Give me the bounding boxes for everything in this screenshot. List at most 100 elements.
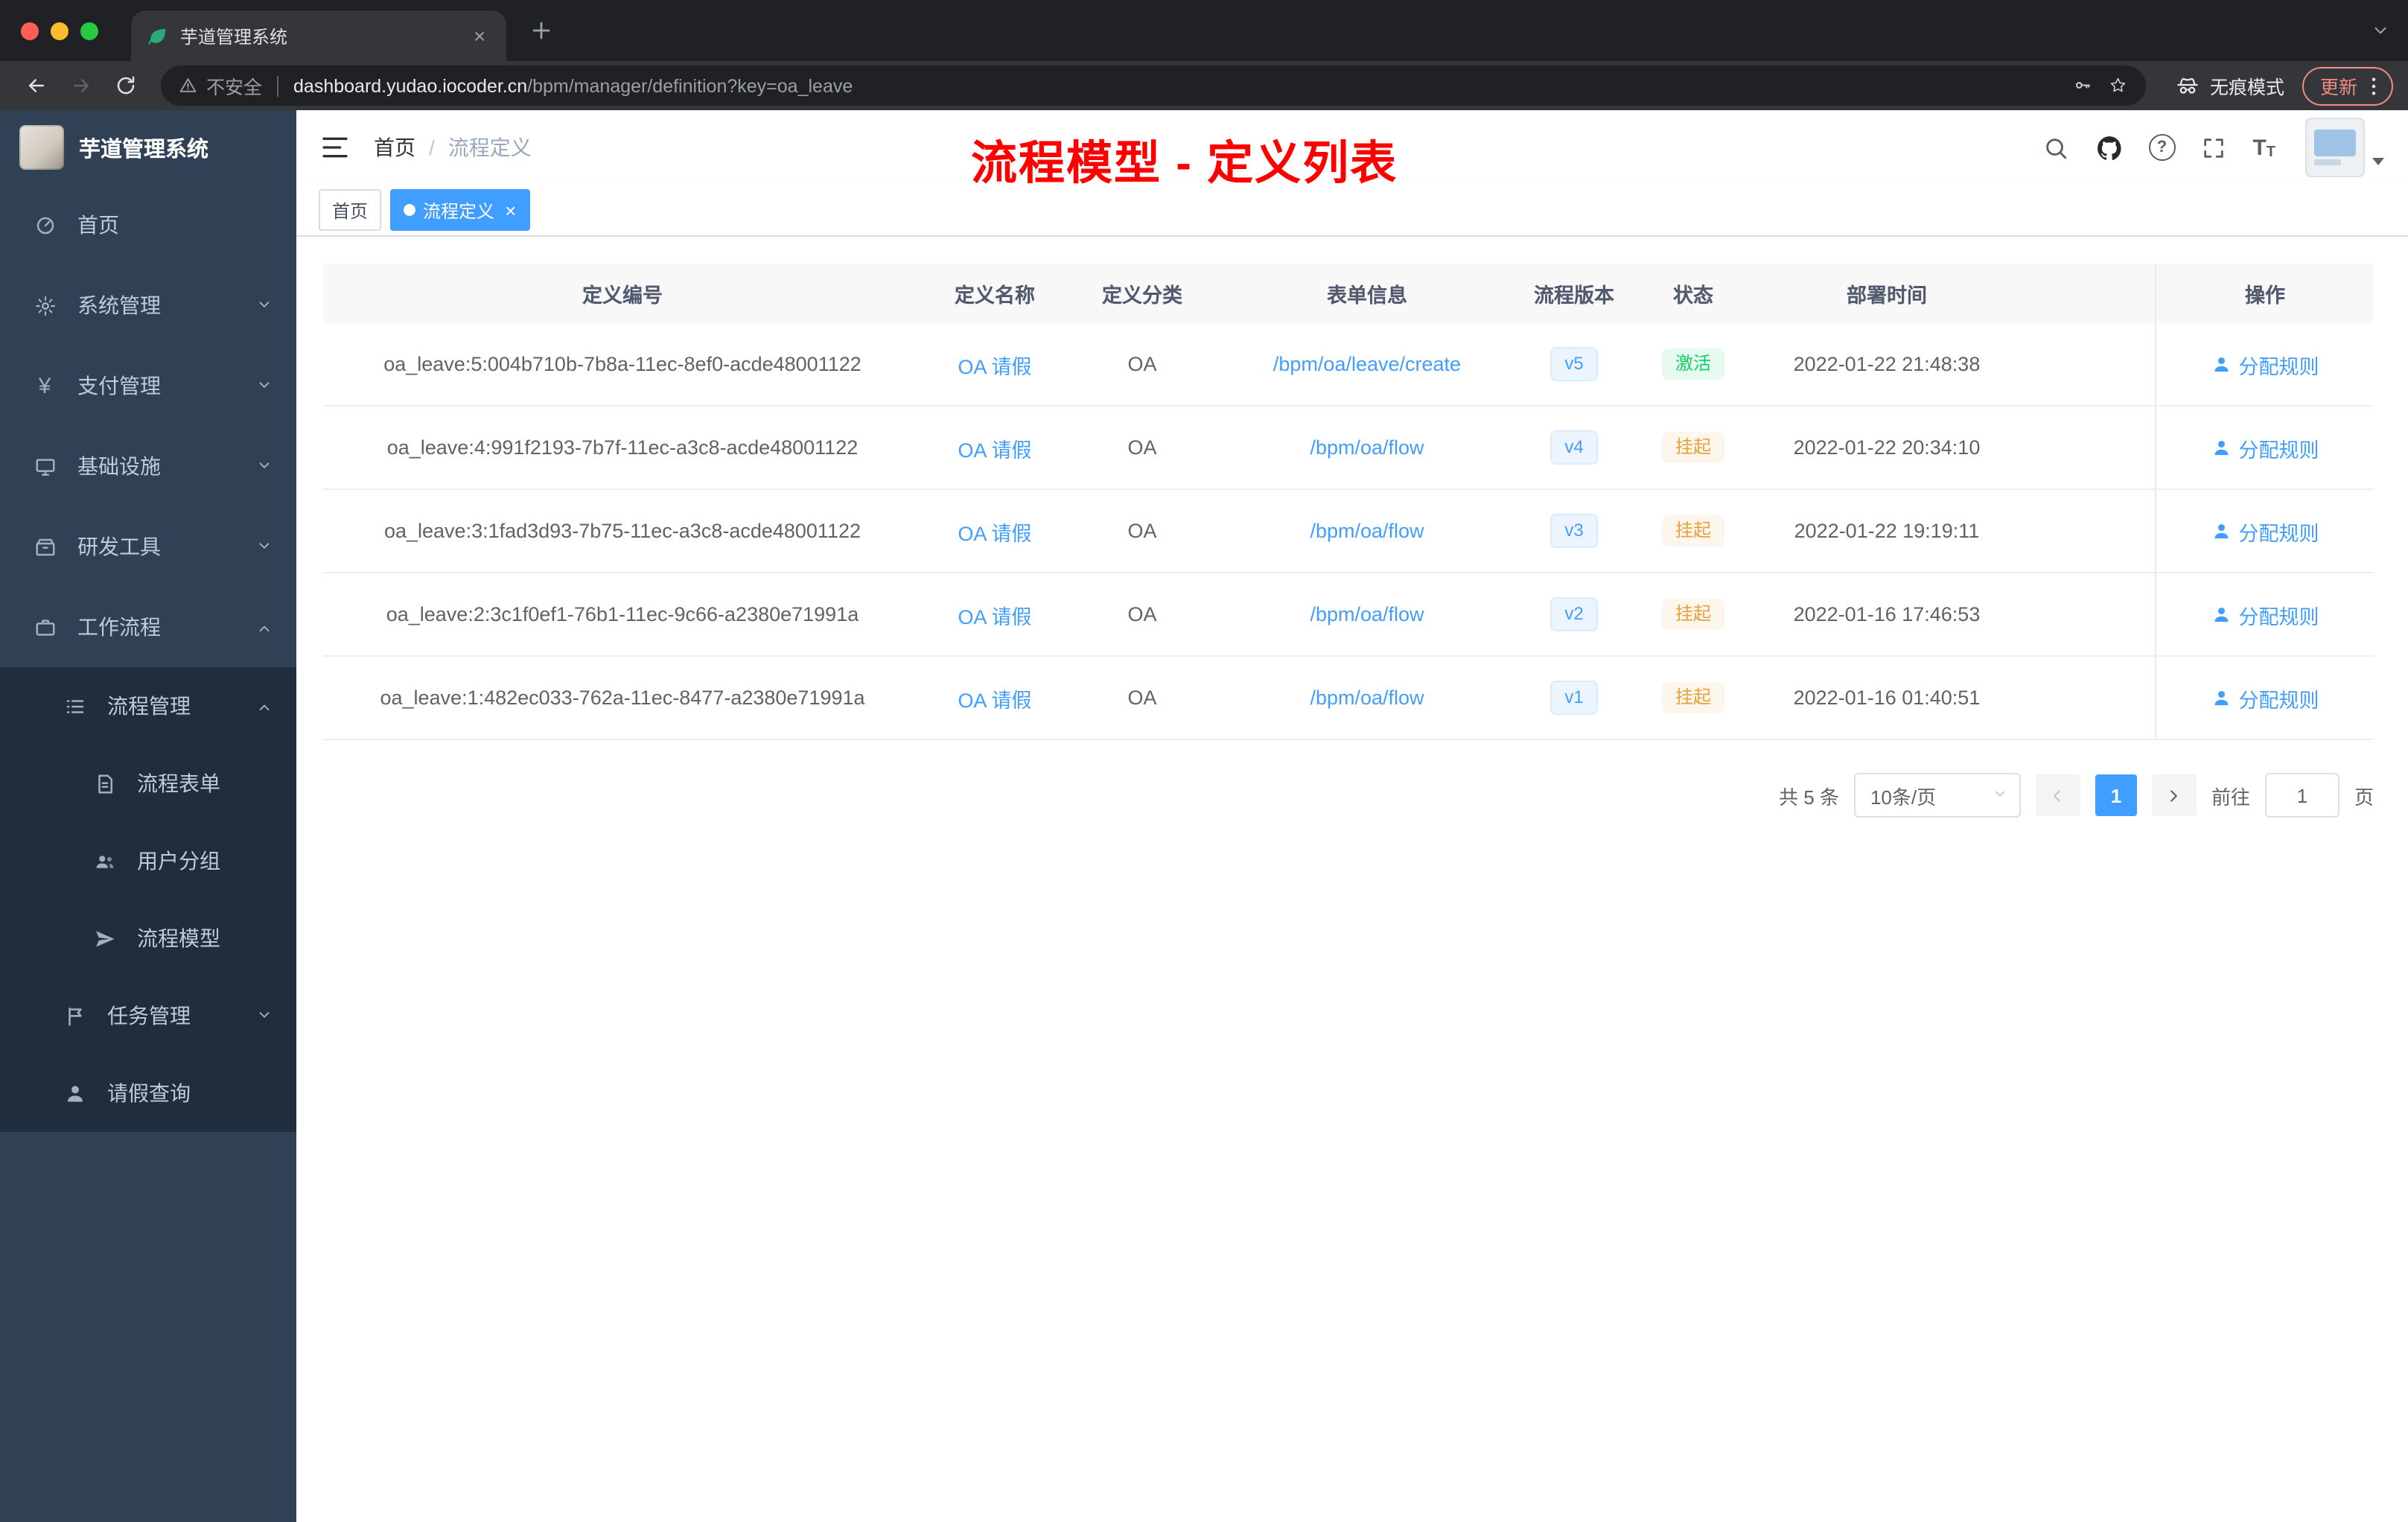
definition-id: oa_leave:5:004b710b-7b8a-11ec-8ef0-acde4… bbox=[383, 353, 861, 375]
chevron-down-icon bbox=[256, 296, 273, 314]
assign-rule-button[interactable]: 分配规则 bbox=[2211, 349, 2319, 379]
form-link[interactable]: /bpm/oa/leave/create bbox=[1273, 353, 1461, 375]
user-avatar[interactable] bbox=[2305, 118, 2384, 177]
window-close-button[interactable] bbox=[21, 22, 39, 39]
breadcrumb-home[interactable]: 首页 bbox=[374, 133, 415, 162]
version-badge[interactable]: v2 bbox=[1549, 596, 1599, 632]
assign-rule-button[interactable]: 分配规则 bbox=[2211, 433, 2319, 462]
forward-button[interactable] bbox=[60, 66, 101, 105]
breadcrumb: 首页 / 流程定义 bbox=[374, 133, 532, 162]
sidebar-item-task-management[interactable]: 任务管理 bbox=[0, 977, 296, 1054]
column-header: 表单信息 bbox=[1327, 284, 1407, 307]
sidebar-item-system[interactable]: 系统管理 bbox=[0, 265, 296, 346]
sidebar-item-label: 支付管理 bbox=[77, 374, 161, 398]
menu-dots-icon[interactable] bbox=[2362, 74, 2386, 98]
version-badge[interactable]: v5 bbox=[1549, 346, 1599, 382]
assign-rule-button[interactable]: 分配规则 bbox=[2211, 599, 2319, 629]
tag-home[interactable]: 首页 bbox=[319, 189, 382, 231]
goto-label: 前往 bbox=[2211, 786, 2250, 808]
assign-rule-button[interactable]: 分配规则 bbox=[2211, 683, 2319, 713]
url-bar[interactable]: 不安全 dashboard.yudao.iocoder.cn/bpm/manag… bbox=[161, 66, 2146, 106]
warning-icon bbox=[179, 78, 197, 93]
url-divider bbox=[277, 75, 279, 96]
font-size-icon[interactable]: TT bbox=[2252, 135, 2275, 160]
deploy-time: 2022-01-16 17:46:53 bbox=[1793, 603, 1981, 625]
browser-update-button[interactable]: 更新 bbox=[2302, 66, 2393, 105]
update-label: 更新 bbox=[2319, 77, 2357, 98]
tag-process-definition[interactable]: 流程定义 × bbox=[390, 189, 530, 231]
back-button[interactable] bbox=[15, 66, 57, 105]
toolbox-icon bbox=[31, 535, 58, 558]
search-icon[interactable] bbox=[2041, 133, 2071, 162]
page-number-current[interactable]: 1 bbox=[2095, 774, 2137, 816]
tab-close-icon[interactable]: × bbox=[468, 24, 491, 48]
window-zoom-button[interactable] bbox=[80, 22, 98, 39]
sidebar-item-devtools[interactable]: 研发工具 bbox=[0, 506, 296, 587]
prev-page-button[interactable] bbox=[2035, 774, 2080, 816]
assign-rule-button[interactable]: 分配规则 bbox=[2211, 516, 2319, 546]
form-link[interactable]: /bpm/oa/flow bbox=[1310, 520, 1424, 542]
status-badge: 挂起 bbox=[1661, 431, 1724, 464]
column-header: 定义名称 bbox=[955, 284, 1035, 307]
table-row: oa_leave:1:482ec033-762a-11ec-8477-a2380… bbox=[323, 657, 2374, 740]
help-icon[interactable]: ? bbox=[2148, 134, 2176, 161]
sidebar-item-user-group[interactable]: 用户分组 bbox=[0, 822, 296, 899]
reload-button[interactable] bbox=[104, 66, 146, 105]
tab-search-button[interactable] bbox=[2371, 19, 2390, 42]
form-link[interactable]: /bpm/oa/flow bbox=[1310, 603, 1424, 625]
sidebar-item-process-management[interactable]: 流程管理 bbox=[0, 667, 296, 745]
next-page-button[interactable] bbox=[2151, 774, 2197, 816]
form-link[interactable]: /bpm/oa/flow bbox=[1310, 687, 1424, 709]
fullscreen-icon[interactable] bbox=[2199, 133, 2229, 162]
chevron-down-icon bbox=[256, 456, 273, 475]
sidebar-toggle-button[interactable] bbox=[320, 133, 353, 162]
definition-name-link[interactable]: OA 请假 bbox=[958, 599, 1031, 629]
tags-view: 首页 流程定义 × bbox=[296, 185, 2408, 237]
arrow-left-icon bbox=[28, 79, 43, 92]
definition-name-link[interactable]: OA 请假 bbox=[958, 433, 1031, 462]
key-icon[interactable] bbox=[2073, 77, 2092, 95]
window-minimize-button[interactable] bbox=[51, 22, 69, 39]
new-tab-button[interactable] bbox=[521, 11, 560, 50]
bookmark-star-icon[interactable] bbox=[2109, 77, 2128, 95]
chevron-down-icon bbox=[2374, 26, 2386, 34]
sidebar-logo[interactable]: 芋道管理系统 bbox=[0, 110, 296, 185]
sidebar-item-label: 基础设施 bbox=[77, 454, 161, 478]
sidebar-item-leave-query[interactable]: 请假查询 bbox=[0, 1054, 296, 1132]
browser-tab[interactable]: 芋道管理系统 × bbox=[131, 10, 506, 61]
sidebar-item-payment[interactable]: ¥ 支付管理 bbox=[0, 346, 296, 426]
list-icon bbox=[61, 695, 88, 717]
column-header: 流程版本 bbox=[1534, 284, 1614, 307]
status-badge: 挂起 bbox=[1661, 681, 1724, 714]
page-size-select[interactable]: 10条/页 bbox=[1853, 773, 2021, 818]
column-header: 状态 bbox=[1673, 284, 1713, 307]
sidebar-item-home[interactable]: 首页 bbox=[0, 185, 296, 265]
definition-name-link[interactable]: OA 请假 bbox=[958, 349, 1031, 379]
tag-close-icon[interactable]: × bbox=[505, 200, 516, 220]
column-filler bbox=[2018, 264, 2155, 323]
sidebar-item-process-form[interactable]: 流程表单 bbox=[0, 745, 296, 822]
sidebar-item-label: 工作流程 bbox=[77, 615, 161, 639]
version-badge[interactable]: v3 bbox=[1549, 513, 1599, 549]
row-filler bbox=[2018, 407, 2155, 488]
form-link[interactable]: /bpm/oa/flow bbox=[1310, 436, 1424, 459]
row-filler bbox=[2018, 490, 2155, 572]
sidebar-item-process-model[interactable]: 流程模型 bbox=[0, 899, 296, 977]
definition-name-link[interactable]: OA 请假 bbox=[958, 516, 1031, 546]
chevron-down-icon bbox=[256, 537, 273, 555]
definition-name-link[interactable]: OA 请假 bbox=[958, 683, 1031, 713]
version-badge[interactable]: v4 bbox=[1549, 430, 1599, 465]
url-host: dashboard.yudao.iocoder.cn bbox=[293, 75, 528, 96]
browser-toolbar: 不安全 dashboard.yudao.iocoder.cn/bpm/manag… bbox=[0, 61, 2408, 110]
github-icon[interactable] bbox=[2095, 133, 2124, 162]
version-badge[interactable]: v1 bbox=[1549, 680, 1599, 716]
chevron-down-icon bbox=[1993, 786, 2007, 804]
definition-category: OA bbox=[1127, 687, 1157, 709]
goto-page-input[interactable] bbox=[2264, 773, 2339, 818]
sidebar-item-workflow[interactable]: 工作流程 bbox=[0, 587, 296, 667]
column-header: 定义分类 bbox=[1102, 284, 1182, 307]
monitor-icon bbox=[31, 455, 58, 477]
app: 芋道管理系统 首页 系统管理 ¥ 支付管理 基础设施 研发工具 工作流程 流程管… bbox=[0, 110, 2408, 1522]
chevron-down-icon bbox=[256, 376, 273, 395]
sidebar-item-infrastructure[interactable]: 基础设施 bbox=[0, 426, 296, 506]
